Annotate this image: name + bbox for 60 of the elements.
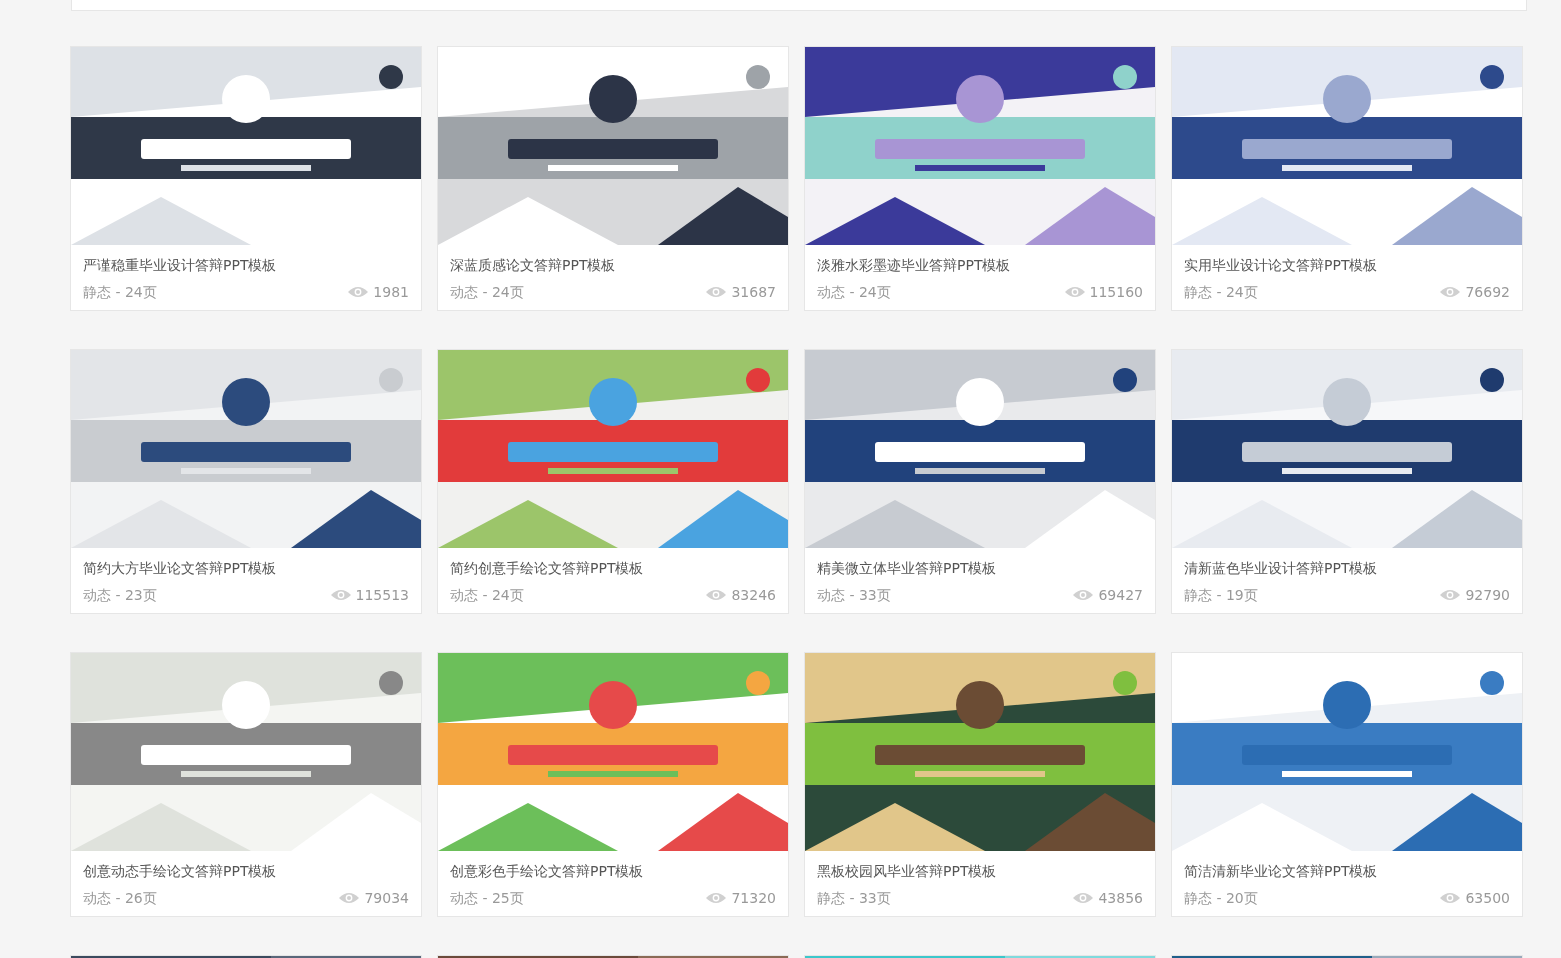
template-card[interactable]: 淡雅水彩墨迹毕业答辩PPT模板 动态 - 24页 115160	[804, 46, 1156, 311]
page-count: 静态 - 33页	[817, 889, 891, 908]
template-card[interactable]: 实用毕业设计论文答辩PPT模板 静态 - 24页 76692	[1171, 46, 1523, 311]
card-title[interactable]: 简洁清新毕业论文答辩PPT模板	[1184, 860, 1510, 882]
template-card[interactable]: 深蓝质感论文答辩PPT模板 动态 - 24页 31687	[437, 46, 789, 311]
card-title[interactable]: 深蓝质感论文答辩PPT模板	[450, 254, 776, 276]
template-card[interactable]: 黑板校园风毕业答辩PPT模板 静态 - 33页 43856	[804, 652, 1156, 917]
template-card[interactable]: 清新蓝色毕业设计答辩PPT模板 静态 - 19页 92790	[1171, 349, 1523, 614]
card-title[interactable]: 淡雅水彩墨迹毕业答辩PPT模板	[817, 254, 1143, 276]
eye-icon	[339, 892, 360, 904]
eye-icon	[1064, 286, 1085, 298]
page-count: 静态 - 19页	[1184, 586, 1258, 605]
card-title[interactable]: 简约大方毕业论文答辩PPT模板	[83, 557, 409, 579]
card-title[interactable]: 创意彩色手绘论文答辩PPT模板	[450, 860, 776, 882]
view-count: 115513	[355, 586, 409, 605]
template-card[interactable]: 简约大方毕业论文答辩PPT模板 动态 - 23页 115513	[70, 349, 422, 614]
template-card[interactable]: 创意动态手绘论文答辩PPT模板 动态 - 26页 79034	[70, 652, 422, 917]
page-count: 动态 - 24页	[450, 586, 524, 605]
view-count: 115160	[1089, 283, 1143, 302]
view-count: 92790	[1465, 586, 1510, 605]
view-count: 83246	[731, 586, 776, 605]
view-count: 79034	[364, 889, 409, 908]
page-count: 动态 - 26页	[83, 889, 157, 908]
eye-icon	[706, 892, 727, 904]
card-title[interactable]: 创意动态手绘论文答辩PPT模板	[83, 860, 409, 882]
page-count: 静态 - 24页	[83, 283, 157, 302]
card-title[interactable]: 精美微立体毕业答辩PPT模板	[817, 557, 1143, 579]
eye-icon	[1440, 589, 1461, 601]
card-title[interactable]: 清新蓝色毕业设计答辩PPT模板	[1184, 557, 1510, 579]
page-count: 动态 - 24页	[817, 283, 891, 302]
eye-icon	[706, 589, 727, 601]
eye-icon	[1440, 892, 1461, 904]
view-count: 69427	[1098, 586, 1143, 605]
eye-icon	[1073, 892, 1094, 904]
page-count: 动态 - 23页	[83, 586, 157, 605]
card-title[interactable]: 实用毕业设计论文答辩PPT模板	[1184, 254, 1510, 276]
page-count: 动态 - 25页	[450, 889, 524, 908]
template-card[interactable]: 简约创意手绘论文答辩PPT模板 动态 - 24页 83246	[437, 349, 789, 614]
view-count: 63500	[1465, 889, 1510, 908]
eye-icon	[706, 286, 727, 298]
eye-icon	[330, 589, 351, 601]
template-card[interactable]: 严谨稳重毕业设计答辩PPT模板 静态 - 24页 1981	[70, 46, 422, 311]
eye-icon	[1440, 286, 1461, 298]
card-title[interactable]: 黑板校园风毕业答辩PPT模板	[817, 860, 1143, 882]
page-count: 动态 - 24页	[450, 283, 524, 302]
view-count: 76692	[1465, 283, 1510, 302]
eye-icon	[348, 286, 369, 298]
view-count: 31687	[731, 283, 776, 302]
view-count: 71320	[731, 889, 776, 908]
template-card[interactable]: 创意彩色手绘论文答辩PPT模板 动态 - 25页 71320	[437, 652, 789, 917]
view-count: 43856	[1098, 889, 1143, 908]
view-count: 1981	[373, 283, 409, 302]
page-count: 静态 - 20页	[1184, 889, 1258, 908]
card-title[interactable]: 严谨稳重毕业设计答辩PPT模板	[83, 254, 409, 276]
eye-icon	[1073, 589, 1094, 601]
card-title[interactable]: 简约创意手绘论文答辩PPT模板	[450, 557, 776, 579]
template-card[interactable]: 精美微立体毕业答辩PPT模板 动态 - 33页 69427	[804, 349, 1156, 614]
page-count: 静态 - 24页	[1184, 283, 1258, 302]
template-card[interactable]: 简洁清新毕业论文答辩PPT模板 静态 - 20页 63500	[1171, 652, 1523, 917]
page-count: 动态 - 33页	[817, 586, 891, 605]
